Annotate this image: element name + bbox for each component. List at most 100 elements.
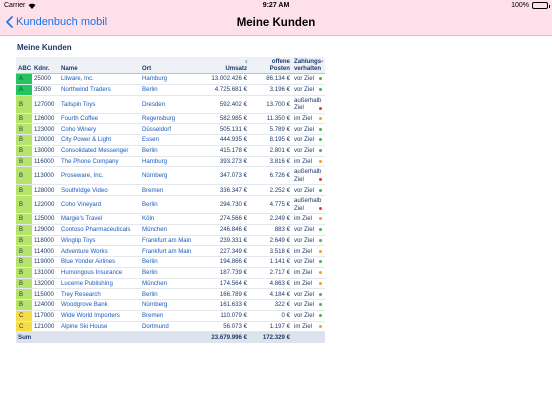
battery-percent: 100%: [511, 2, 529, 9]
open-items: 8.195 €: [249, 134, 292, 146]
abc-cell: B: [16, 134, 32, 146]
abc-cell: A: [16, 84, 32, 96]
payment-behavior: vor Ziel: [292, 256, 325, 268]
open-items: 3.816 €: [249, 156, 292, 168]
sum-posten: 172.329 €: [249, 331, 292, 343]
revenue: 13.002.426 €: [197, 73, 249, 85]
table-row[interactable]: B 124000 Woodgrove Bank Nürnberg 161.633 €32…: [16, 299, 325, 311]
customer-number: 117000: [32, 310, 59, 322]
payment-behavior: vor Ziel: [292, 73, 325, 85]
customer-name: Trey Research: [59, 288, 140, 300]
table-row[interactable]: B 113000 Proseware, Inc. Nürnberg 347.073 €6…: [16, 166, 325, 186]
table-row[interactable]: B 114000 Adventure Works Frankfurt am Main 2…: [16, 245, 325, 257]
table-row[interactable]: B 120000 City Power & Light Essen 444.935 €8…: [16, 134, 325, 146]
sum-verhalten: [292, 331, 325, 343]
customer-number: 122000: [32, 195, 59, 214]
payment-behavior: vor Ziel: [292, 123, 325, 135]
column-header-verhalten[interactable]: Zahlungs- verhalten: [292, 57, 325, 74]
customer-number: 121000: [32, 321, 59, 333]
customer-number: 25000: [32, 73, 59, 85]
status-dot-icon: [319, 314, 322, 318]
abc-cell: B: [16, 195, 32, 214]
customer-number: 127000: [32, 95, 59, 114]
table-row[interactable]: A 25000 Litware, Inc. Hamburg 13.002.426 €86…: [16, 73, 325, 85]
status-dot-icon: [319, 149, 322, 153]
status-dot-icon: [319, 178, 322, 182]
sum-umsatz: 23.679.996 €: [197, 331, 249, 343]
payment-behavior: vor Ziel: [292, 145, 325, 157]
table-row[interactable]: C 121000 Alpine Ski House Dortmund 56.073 €1…: [16, 321, 325, 333]
page-title: Meine Kunden: [236, 17, 316, 29]
column-header-posten[interactable]: offene Posten ⬍: [249, 57, 292, 74]
status-dot-icon: [319, 188, 322, 192]
abc-cell: B: [16, 224, 32, 236]
customer-city: München: [140, 224, 197, 236]
status-dot-icon: [319, 260, 322, 264]
revenue: 246.846 €: [197, 224, 249, 236]
table-row[interactable]: B 127000 Tailspin Toys Dresden 592.402 €13.7…: [16, 95, 325, 114]
table-row[interactable]: B 116000 The Phone Company Hamburg 393.273 €…: [16, 156, 325, 168]
customer-name: Southridge Video: [59, 184, 140, 196]
revenue: 444.935 €: [197, 134, 249, 146]
column-header-umsatz[interactable]: Umsatz ⬍: [197, 57, 249, 74]
customer-number: 131000: [32, 267, 59, 279]
table-row[interactable]: B 128000 Southridge Video Bremen 336.347 €2.…: [16, 184, 325, 196]
revenue: 166.789 €: [197, 288, 249, 300]
payment-behavior: außerhalb Ziel: [292, 166, 325, 186]
open-items: 13.700 €: [249, 95, 292, 114]
customer-city: Bremen: [140, 184, 197, 196]
revenue: 393.273 €: [197, 156, 249, 168]
revenue: 347.073 €: [197, 166, 249, 186]
table-row[interactable]: B 115000 Trey Research Berlin 166.789 €4.184…: [16, 288, 325, 300]
table-row[interactable]: B 119000 Blue Yonder Airlines Berlin 194.866…: [16, 256, 325, 268]
column-header-kdnr[interactable]: Kdnr.: [32, 57, 59, 74]
open-items: 2.249 €: [249, 213, 292, 225]
payment-behavior: vor Ziel: [292, 299, 325, 311]
abc-cell: B: [16, 299, 32, 311]
table-row[interactable]: B 125000 Margie's Travel Köln 274.566 €2.249…: [16, 213, 325, 225]
customer-city: Dortmund: [140, 321, 197, 333]
table-row[interactable]: B 126000 Fourth Coffee Regensburg 582.985 €1…: [16, 113, 325, 125]
table-row[interactable]: B 122000 Coho Vineyard Berlin 294.730 €4.775…: [16, 195, 325, 214]
customer-number: 128000: [32, 184, 59, 196]
table-row[interactable]: B 123000 Coho Winery Düsseldorf 505.131 €5.7…: [16, 123, 325, 135]
customer-city: Hamburg: [140, 156, 197, 168]
customer-name: Adventure Works: [59, 245, 140, 257]
status-dot-icon: [319, 88, 322, 92]
payment-behavior: außerhalb Ziel: [292, 95, 325, 114]
open-items: 6.726 €: [249, 166, 292, 186]
customer-city: Frankfurt am Main: [140, 235, 197, 247]
customer-city: Berlin: [140, 256, 197, 268]
table-row[interactable]: B 130000 Consolidated Messenger Berlin 415.1…: [16, 145, 325, 157]
payment-behavior: im Ziel: [292, 156, 325, 168]
customer-number: 132000: [32, 278, 59, 290]
revenue: 56.073 €: [197, 321, 249, 333]
customer-number: 126000: [32, 113, 59, 125]
table-row[interactable]: B 129000 Contoso Pharmaceuticals München 246…: [16, 224, 325, 236]
status-dot-icon: [319, 77, 322, 81]
table-row[interactable]: B 118000 Wingtip Toys Frankfurt am Main 239.…: [16, 235, 325, 247]
column-header-ort[interactable]: Ort: [140, 57, 197, 74]
customer-name: Contoso Pharmaceuticals: [59, 224, 140, 236]
customer-number: 129000: [32, 224, 59, 236]
open-items: 883 €: [249, 224, 292, 236]
abc-cell: B: [16, 267, 32, 279]
column-header-abc[interactable]: ABC: [16, 57, 32, 74]
customer-city: Hamburg: [140, 73, 197, 85]
table-row[interactable]: B 132000 Lucerne Publishing München 174.564 …: [16, 278, 325, 290]
open-items: 4.184 €: [249, 288, 292, 300]
payment-behavior: im Ziel: [292, 278, 325, 290]
payment-behavior: vor Ziel: [292, 235, 325, 247]
open-items: 2.717 €: [249, 267, 292, 279]
battery: 100%: [511, 2, 550, 9]
abc-cell: A: [16, 73, 32, 85]
customer-number: 120000: [32, 134, 59, 146]
table-row[interactable]: B 131000 Humongous Insurance Berlin 187.739 …: [16, 267, 325, 279]
payment-behavior: vor Ziel: [292, 288, 325, 300]
open-items: 86.134 €: [249, 73, 292, 85]
column-header-name[interactable]: Name: [59, 57, 140, 74]
table-row[interactable]: C 117000 Wide World Importers Bremen 110.079…: [16, 310, 325, 322]
table-row[interactable]: A 35000 Northwind Traders Berlin 4.725.681 €…: [16, 84, 325, 96]
status-dot-icon: [319, 127, 322, 131]
revenue: 110.079 €: [197, 310, 249, 322]
